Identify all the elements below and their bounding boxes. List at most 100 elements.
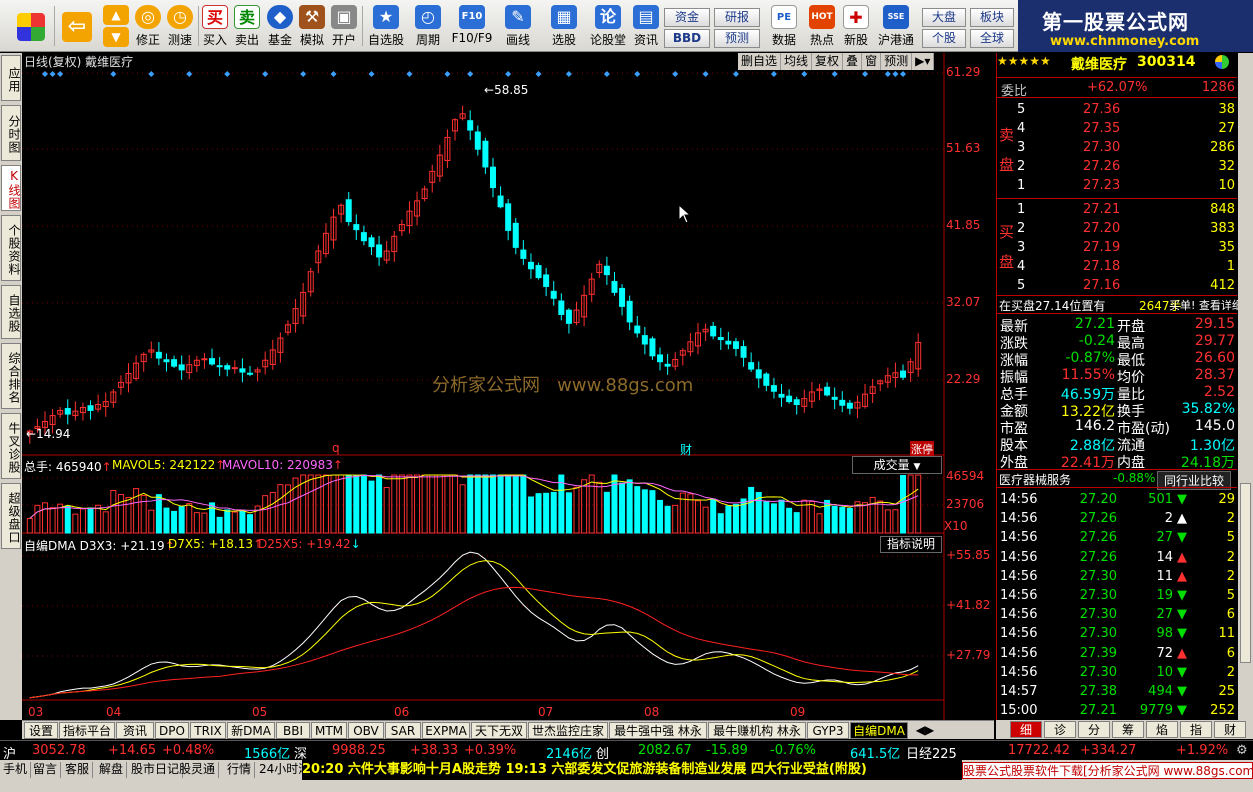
volume-bar[interactable]: [231, 511, 238, 534]
volume-bar[interactable]: [816, 513, 823, 534]
candle-body[interactable]: [209, 358, 216, 365]
candle-body[interactable]: [778, 393, 785, 398]
volume-bar[interactable]: [664, 505, 671, 534]
candle-body[interactable]: [520, 249, 527, 259]
volume-bar[interactable]: [247, 514, 253, 534]
volume-bar[interactable]: [163, 507, 170, 534]
sell-level-row[interactable]: 5 27.36 38: [997, 102, 1237, 120]
volume-bar[interactable]: [672, 504, 679, 534]
volume-bar[interactable]: [171, 510, 178, 534]
tab-watchlist[interactable]: 自选股: [1, 285, 21, 339]
volume-bar[interactable]: [596, 481, 603, 534]
tick-row[interactable]: 14:56 27.26 14 ▲ 2: [997, 550, 1237, 568]
back-button[interactable]: ⇦: [60, 4, 94, 50]
candle-body[interactable]: [824, 386, 831, 396]
indicator-tab[interactable]: 新DMA: [227, 722, 275, 739]
volume-bar[interactable]: [110, 489, 117, 534]
global-button[interactable]: 全球: [970, 29, 1014, 48]
stock-picker-button[interactable]: ▦ 选股: [544, 4, 584, 50]
candle-body[interactable]: [900, 370, 907, 378]
candle-body[interactable]: [740, 346, 747, 358]
indicator-tab[interactable]: BBI: [276, 722, 310, 739]
tick-row[interactable]: 14:56 27.30 10 ▼ 2: [997, 665, 1237, 683]
period-button[interactable]: ◴ 周期: [408, 4, 448, 50]
indicator-tab[interactable]: 世杰监控庄家: [528, 722, 608, 739]
hot-button[interactable]: HOT 热点: [806, 4, 838, 50]
candle-body[interactable]: [619, 287, 626, 307]
volume-bar[interactable]: [87, 507, 94, 534]
f10-button[interactable]: F10 F10/F9: [450, 4, 494, 50]
tab-diagnosis[interactable]: 牛叉诊股: [1, 413, 21, 479]
sell-level-row[interactable]: 3 27.30 286: [997, 140, 1237, 158]
candle-body[interactable]: [717, 337, 724, 341]
quote-tab[interactable]: 财: [1214, 721, 1246, 738]
volume-bar[interactable]: [634, 486, 641, 534]
candle-body[interactable]: [505, 203, 512, 231]
tick-row[interactable]: 14:56 27.30 11 ▲ 2: [997, 569, 1237, 587]
buy-level-row[interactable]: 5 27.16 412: [997, 278, 1237, 296]
buy-button[interactable]: 买 买入: [200, 4, 230, 50]
candle-body[interactable]: [360, 232, 367, 242]
speed-test-button[interactable]: ◷ 测速: [164, 4, 196, 50]
volume-bar[interactable]: [186, 502, 193, 534]
volume-bar[interactable]: [778, 499, 785, 534]
globe-icon[interactable]: [1215, 55, 1229, 69]
volume-bar[interactable]: [839, 506, 846, 534]
volume-bar[interactable]: [900, 474, 907, 534]
indicator-help-button[interactable]: 指标说明: [880, 536, 942, 553]
volume-bar[interactable]: [277, 484, 284, 534]
volume-bar[interactable]: [41, 502, 48, 534]
buy-level-row[interactable]: 1 27.21 848: [997, 202, 1237, 220]
tab-intraday[interactable]: 分时图: [1, 105, 21, 161]
index-bar[interactable]: 沪 3052.78 +14.65 +0.48% 1566亿 深 9988.25 …: [0, 740, 1253, 762]
volume-bar[interactable]: [565, 492, 572, 534]
volume-bar[interactable]: [846, 508, 853, 534]
indicator-tab[interactable]: OBV: [348, 722, 384, 739]
volume-bar[interactable]: [581, 479, 588, 534]
candle-body[interactable]: [201, 358, 208, 361]
volume-bar[interactable]: [695, 500, 701, 534]
volume-bar[interactable]: [725, 505, 732, 534]
fund-button[interactable]: ◆ 基金: [264, 4, 296, 50]
indicator-tab[interactable]: 指标平台: [59, 722, 115, 739]
volume-bar[interactable]: [406, 474, 413, 534]
arrow-up-icon[interactable]: ▲: [103, 5, 129, 25]
status-item[interactable]: 留言: [30, 762, 62, 778]
volume-bar[interactable]: [657, 499, 664, 534]
volume-bar[interactable]: [884, 509, 891, 534]
candle-body[interactable]: [846, 402, 853, 409]
open-account-button[interactable]: ▣ 开户: [328, 4, 360, 50]
candle-body[interactable]: [216, 365, 223, 368]
volume-bar[interactable]: [702, 506, 709, 534]
volume-bar[interactable]: [117, 493, 124, 534]
buy-level-row[interactable]: 4 27.18 1: [997, 259, 1237, 277]
volume-bar[interactable]: [527, 496, 534, 534]
candle-body[interactable]: [353, 224, 360, 231]
candle-body[interactable]: [793, 399, 800, 406]
tick-row[interactable]: 14:56 27.30 98 ▼ 11: [997, 626, 1237, 644]
candle-body[interactable]: [725, 340, 732, 345]
volume-bar[interactable]: [641, 489, 648, 534]
candle-body[interactable]: [626, 300, 633, 323]
volume-bar[interactable]: [626, 479, 633, 534]
volume-bar[interactable]: [619, 482, 626, 534]
volume-bar[interactable]: [391, 474, 398, 534]
candle-body[interactable]: [497, 195, 504, 208]
tick-row[interactable]: 14:56 27.39 72 ▲ 6: [997, 646, 1237, 664]
capital-button[interactable]: 资金: [664, 8, 710, 27]
news-button[interactable]: ▤ 资讯: [630, 4, 662, 50]
volume-bar[interactable]: [216, 516, 223, 534]
volume-bar[interactable]: [193, 512, 200, 534]
volume-bar[interactable]: [102, 511, 109, 534]
volume-bar[interactable]: [786, 507, 793, 534]
tab-ranking[interactable]: 综合排名: [1, 343, 21, 409]
volume-bar[interactable]: [611, 474, 618, 534]
volume-bar[interactable]: [862, 502, 869, 534]
candle-body[interactable]: [247, 372, 253, 375]
tab-kline[interactable]: K线图: [1, 165, 21, 211]
status-item[interactable]: 解盘: [96, 762, 128, 778]
candle-body[interactable]: [482, 140, 489, 168]
quote-tab[interactable]: 细: [1010, 721, 1042, 738]
settings-gear-icon[interactable]: ⚙: [1236, 743, 1248, 758]
stock-button[interactable]: 个股: [922, 29, 966, 48]
